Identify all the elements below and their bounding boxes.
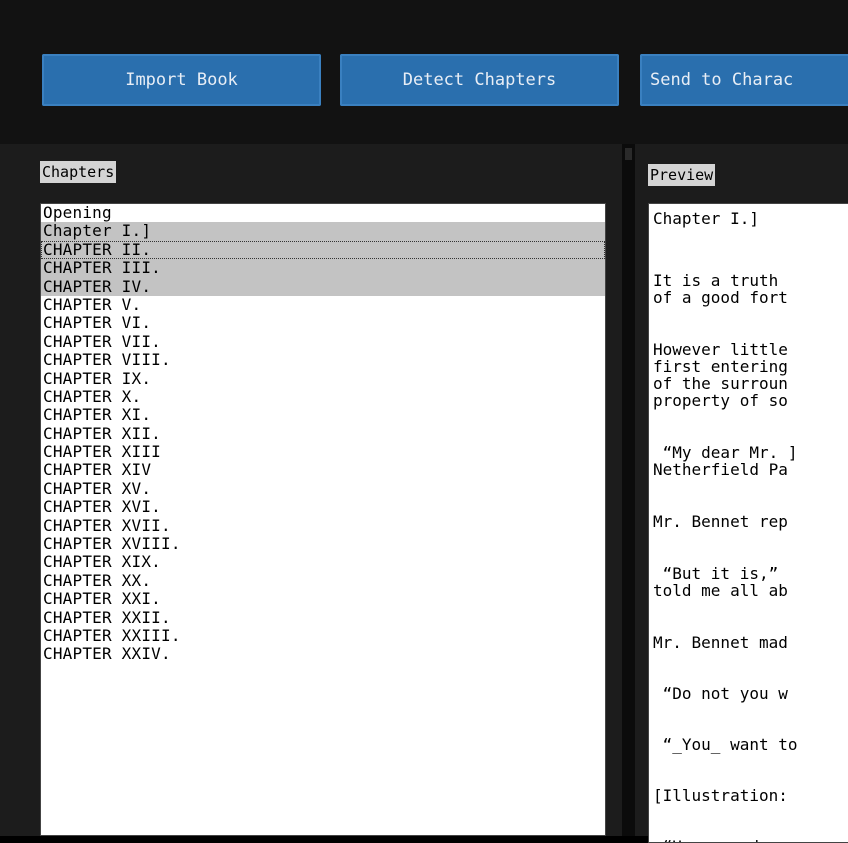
chapter-list-item[interactable]: CHAPTER XI. [41,406,605,424]
chapter-list-item[interactable]: CHAPTER VIII. [41,350,605,369]
chapter-list-item[interactable]: CHAPTER XXIV. [41,645,605,663]
preview-line: It is a truth [653,271,779,290]
splitter-grip-icon[interactable] [625,148,632,160]
app-window: Import Book Detect Chapters Send to Char… [0,0,848,843]
chapter-list-item[interactable]: CHAPTER VII. [41,332,605,351]
chapter-list-item[interactable]: Opening [41,204,605,222]
chapter-listbox[interactable]: Opening Chapter I.] CHAPTER II. CHAPTER III… [40,203,606,836]
chapter-list-item[interactable]: CHAPTER XIII [41,442,605,461]
preview-line: “My dear Mr. ] [653,443,798,462]
preview-line: told me all ab [653,581,788,600]
preview-line: “Do not you w [653,684,788,703]
chapters-heading: Chapters [40,161,117,183]
chapter-list-item[interactable]: CHAPTER V. [41,295,605,314]
chapter-list-item[interactable]: CHAPTER X. [41,387,605,406]
preview-line: “He came down [649,838,788,842]
chapter-list-item[interactable]: CHAPTER VI. [41,314,605,332]
preview-line: of a good fort [653,288,788,307]
send-to-characters-label: Send to Charac [650,70,794,90]
chapter-list-item[interactable]: CHAPTER XIX. [41,553,605,571]
import-book-label: Import Book [125,70,238,90]
detect-chapters-button[interactable]: Detect Chapters [340,54,619,106]
chapter-list-item[interactable]: CHAPTER XII. [41,424,605,443]
preview-line: Mr. Bennet mad [653,633,788,652]
chapter-list-item[interactable]: CHAPTER XXII. [41,608,605,627]
chapter-list-item[interactable]: Chapter I.] [41,222,605,241]
preview-line: Mr. Bennet rep [653,512,788,531]
preview-line: of the surroun [653,374,788,393]
preview-line: “_You_ want to [653,735,798,754]
chapter-list-item[interactable]: CHAPTER XVIII. [41,534,605,553]
chapter-list-item[interactable]: CHAPTER XIV [41,461,605,479]
preview-line: However little [653,340,788,359]
chapter-list-item[interactable]: CHAPTER XXI. [41,590,605,608]
chapter-list-item[interactable]: CHAPTER XVI. [41,498,605,516]
chapter-list-item[interactable]: CHAPTER III. [41,258,605,278]
chapter-list-item[interactable]: CHAPTER XVII. [41,516,605,535]
chapter-list-item[interactable]: CHAPTER XXIII. [41,626,605,645]
preview-line: [Illustration: [653,786,788,805]
preview-line: Netherfield Pa [653,460,788,479]
preview-line: first entering [653,357,788,376]
chapter-list-item[interactable]: CHAPTER II. [41,240,605,260]
chapter-list-item[interactable]: CHAPTER IV. [41,277,605,296]
preview-heading: Preview [648,164,716,186]
pane-splitter[interactable] [622,144,635,836]
chapter-list-item[interactable]: CHAPTER IX. [41,369,605,388]
import-book-button[interactable]: Import Book [42,54,321,106]
chapter-list-item[interactable]: CHAPTER XX. [41,571,605,590]
send-to-characters-button[interactable]: Send to Charac [640,54,848,106]
title-strip [0,0,848,34]
preview-text-area[interactable]: Chapter I.] It is a truth of a good fort Ho… [648,203,848,843]
chapter-list-item[interactable]: CHAPTER XV. [41,479,605,498]
preview-line: Chapter I.] [653,209,759,228]
detect-chapters-label: Detect Chapters [402,70,557,90]
preview-line: property of so [653,391,788,410]
preview-line: “But it is,” [653,564,779,583]
